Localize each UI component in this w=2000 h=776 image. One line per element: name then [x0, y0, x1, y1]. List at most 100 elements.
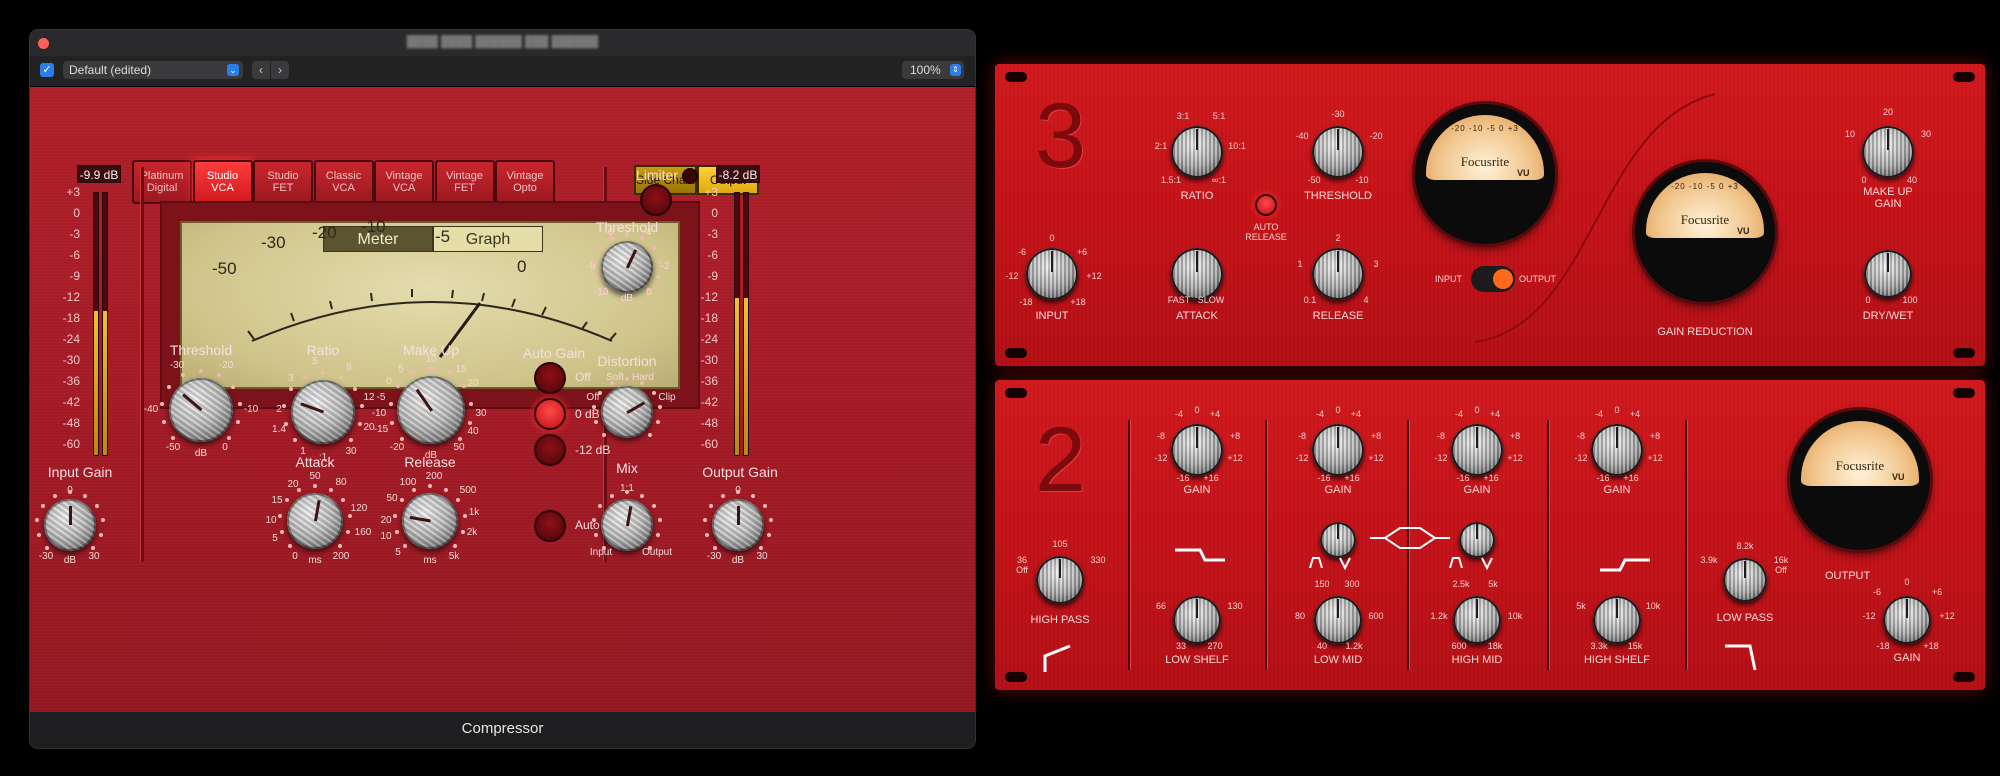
- low-mid-notch-icon: [1339, 557, 1351, 571]
- input-gain-scale-dot: [44, 546, 49, 551]
- eq-rack-unit: 2 GAIN -4 0 +4 -8 +8 -12 +12 -16 +16 GAIN -4 0 +4 -8 +8…: [995, 380, 1985, 690]
- meter-scale-label: -20: [312, 223, 337, 242]
- ratio-scale-dot: [348, 437, 353, 442]
- attack-knob[interactable]: [287, 493, 343, 549]
- hw-input-tick-label: -6: [1017, 247, 1026, 257]
- meter-arc: [251, 301, 613, 342]
- hw-release-label: RELEASE: [1312, 310, 1364, 322]
- mix-scale-dot: [651, 503, 656, 508]
- hw-input-tick-label: +18: [1070, 297, 1086, 307]
- plugin-window: ████ ████ ██████ ███ ██████ ✓ Default (e…: [30, 30, 975, 748]
- model-button[interactable]: Classic VCA: [313, 160, 374, 204]
- mix-scale-dot: [593, 533, 598, 538]
- distortion-knob-pointer: [626, 400, 645, 414]
- meter-scale-label: -50: [212, 259, 237, 278]
- hw-attack-knob[interactable]: [1171, 248, 1223, 300]
- plugin-enable-checkbox[interactable]: ✓: [40, 63, 54, 77]
- auto-gain-0db-button[interactable]: [534, 398, 566, 430]
- input-gain-knob[interactable]: [44, 499, 96, 551]
- mix-scale-dot: [610, 493, 615, 498]
- ratio-tick-label: 8: [346, 362, 352, 373]
- vu-tag: VU: [1892, 472, 1905, 482]
- output-gain-scale-dot: [736, 490, 740, 494]
- threshold-knob[interactable]: [169, 378, 233, 442]
- distortion-scale-dot: [593, 420, 598, 425]
- release-tick-label: 200: [425, 471, 443, 482]
- previous-preset-button[interactable]: ‹: [252, 61, 270, 79]
- makeup-knob[interactable]: [397, 376, 465, 444]
- release-scale-dot: [443, 487, 448, 492]
- hw-drywet-knob[interactable]: [1864, 250, 1912, 298]
- output-gain-scale-dot: [703, 517, 708, 522]
- distortion-scale-dot: [657, 404, 662, 409]
- input-output-switch[interactable]: [1471, 266, 1515, 292]
- input-scale-label: 0: [73, 206, 80, 220]
- next-preset-button[interactable]: ›: [271, 61, 289, 79]
- model-button[interactable]: Vintage Opto: [495, 160, 555, 204]
- window-title: ████ ████ ██████ ███ ██████: [406, 36, 599, 48]
- output-gain-tick-label: dB: [731, 555, 745, 566]
- vu-tag: VU: [1737, 226, 1750, 236]
- model-button[interactable]: Vintage VCA: [374, 160, 434, 204]
- ratio-scale-dot: [283, 422, 288, 427]
- hw-release-tick-label: 0.1: [1303, 295, 1317, 305]
- threshold-tick-label: -30: [169, 360, 185, 371]
- ratio-knob-pointer: [299, 402, 324, 414]
- input-scale-label: -9: [69, 269, 80, 283]
- ratio-knob[interactable]: [291, 380, 355, 444]
- hw-drywet-tick-label: 100: [1902, 295, 1918, 305]
- output-gain-knob-pointer: [736, 505, 740, 525]
- hw-makeup-tick-label: 0: [1861, 175, 1867, 185]
- makeup-tick-label: -10: [371, 408, 387, 419]
- limiter-button[interactable]: [640, 184, 672, 216]
- auto-gain-off-label: Off: [575, 370, 591, 384]
- mix-knob[interactable]: [601, 499, 653, 551]
- release-tick-label: ms: [423, 555, 437, 566]
- hw-ratio-knob[interactable]: [1171, 126, 1223, 178]
- auto-release-led-button[interactable]: [1255, 194, 1277, 216]
- vu-brand: Focusrite: [1680, 212, 1730, 227]
- compressor-panel: Platinum Digital Studio VCA Studio FET Clas…: [30, 87, 975, 712]
- distortion-knob[interactable]: [601, 386, 653, 438]
- zoom-menu[interactable]: 100% ⇕: [902, 61, 964, 79]
- attack-tick-label: 200: [332, 551, 350, 562]
- model-button[interactable]: Vintage FET: [434, 160, 495, 204]
- model-button[interactable]: Studio FET: [253, 160, 313, 204]
- release-tick-label: 5: [395, 547, 401, 558]
- output-gain-knob[interactable]: [712, 499, 764, 551]
- auto-gain-off-button[interactable]: [534, 362, 566, 394]
- threshold-2-knob[interactable]: [601, 241, 653, 293]
- ratio-tick-label: 1.4: [272, 424, 286, 435]
- auto-release-button[interactable]: [534, 510, 566, 542]
- compressor-rack-unit: 3 RATIO 3:1 5:1 2:1 10:1 1.5:1 ∞:1 THRESHOLD -30…: [995, 64, 1985, 366]
- hw-drywet-label: DRY/WET: [1862, 310, 1914, 322]
- makeup-tick-label: -15: [373, 424, 389, 435]
- hw-release-knob[interactable]: [1312, 248, 1364, 300]
- input-meter-right: [102, 192, 108, 456]
- threshold-scale-dot: [226, 435, 231, 440]
- release-knob[interactable]: [402, 493, 458, 549]
- input-scale-label: -48: [62, 416, 80, 430]
- model-button[interactable]: Studio VCA: [192, 160, 253, 204]
- meter-scale-label: -5: [435, 227, 451, 246]
- output-gain-scale-dot: [767, 533, 772, 538]
- output-vu-meter: Focusrite VU: [1790, 410, 1930, 550]
- preset-name: Default (edited): [69, 63, 152, 77]
- hw-attack-label: ATTACK: [1176, 310, 1218, 322]
- auto-gain-minus12-button[interactable]: [534, 434, 566, 466]
- hw-threshold-knob[interactable]: [1312, 126, 1364, 178]
- hw-threshold-tick-label: -50: [1307, 175, 1321, 185]
- switch-input-label: INPUT: [1435, 274, 1462, 284]
- output-meter-left: [734, 192, 740, 456]
- limiter-led: [682, 168, 698, 184]
- threshold-knob-pointer: [181, 393, 202, 412]
- input-gain-tick-label: dB: [63, 555, 77, 566]
- output-meter-right: [743, 192, 749, 456]
- preset-menu[interactable]: Default (edited) ⌄: [63, 61, 243, 79]
- close-window-button[interactable]: [38, 38, 49, 49]
- hw-ratio-tick-label: 5:1: [1212, 111, 1226, 121]
- hw-makeup-knob[interactable]: [1862, 126, 1914, 178]
- threshold-2-scale-dot: [598, 245, 603, 250]
- mix-scale-dot: [598, 503, 603, 508]
- release-tick-label: 500: [459, 485, 477, 496]
